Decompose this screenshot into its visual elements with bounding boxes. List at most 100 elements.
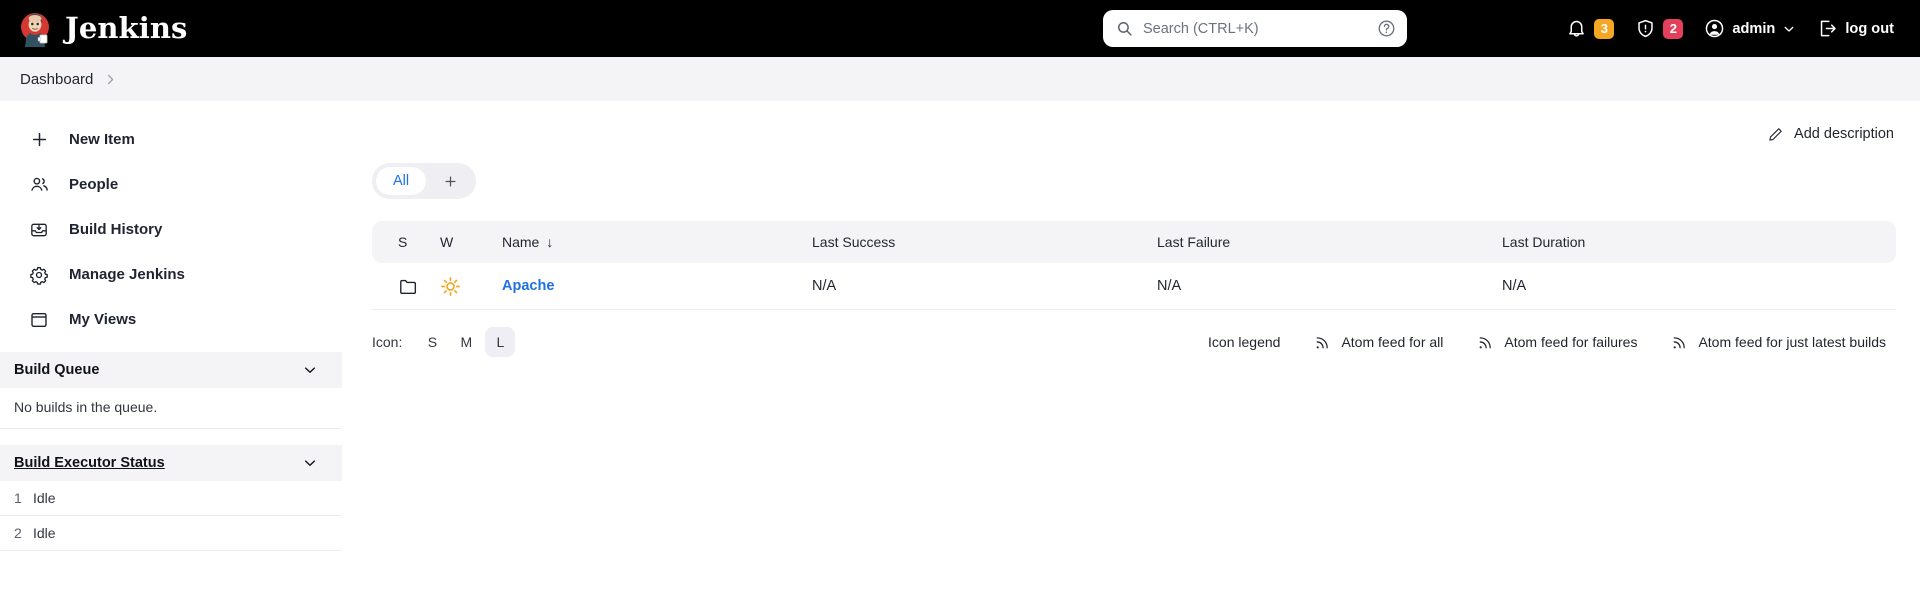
build-history-icon	[28, 219, 50, 241]
cell-last-failure: N/A	[1147, 263, 1492, 310]
table-row[interactable]: Apache N/A N/A N/A	[372, 263, 1896, 310]
jenkins-home-link[interactable]: Jenkins	[14, 8, 187, 50]
cell-last-duration: N/A	[1492, 263, 1896, 310]
build-executor-status-body: 1 Idle 2 Idle	[0, 481, 342, 551]
question-circle-icon[interactable]	[1377, 19, 1396, 38]
icon-size-m[interactable]: M	[451, 327, 481, 357]
icon-size-l[interactable]: L	[485, 327, 516, 357]
cell-last-success: N/A	[802, 263, 1147, 310]
column-header-last-failure[interactable]: Last Failure	[1147, 221, 1492, 263]
icon-size-s[interactable]: S	[417, 327, 447, 357]
shield-warning-icon	[1635, 18, 1656, 39]
tab-all[interactable]: All	[376, 167, 426, 195]
sidebar-item-label: New Item	[69, 131, 135, 148]
build-executor-status-header[interactable]: Build Executor Status	[0, 445, 342, 481]
column-header-label: Last Duration	[1502, 234, 1586, 250]
build-executor-status-title[interactable]: Build Executor Status	[14, 455, 165, 471]
app-header: Jenkins 3	[0, 0, 1920, 57]
header-actions: 3 2 admin log out	[1564, 0, 1896, 57]
add-description-button[interactable]: Add description	[1765, 123, 1896, 146]
bell-icon	[1566, 18, 1587, 39]
search-icon	[1116, 20, 1133, 37]
column-header-label: Last Failure	[1157, 234, 1231, 250]
breadcrumb-item-dashboard[interactable]: Dashboard	[20, 71, 93, 88]
rss-icon	[1477, 334, 1494, 351]
sidebar-item-manage-jenkins[interactable]: Manage Jenkins	[0, 252, 342, 297]
folder-icon[interactable]	[398, 276, 420, 297]
jobs-footer: Icon: S M L Icon legend Atom feed for al…	[372, 327, 1896, 357]
pencil-icon	[1767, 126, 1784, 143]
plus-icon	[28, 129, 50, 151]
sunny-icon[interactable]	[440, 276, 482, 297]
column-header-status[interactable]: S	[372, 221, 430, 263]
atom-feed-latest-builds-label: Atom feed for just latest builds	[1698, 334, 1886, 350]
view-tabs: All	[372, 163, 476, 199]
column-header-label: Last Success	[812, 234, 896, 250]
logout-button[interactable]: log out	[1815, 15, 1896, 42]
atom-feed-failures-label: Atom feed for failures	[1504, 334, 1638, 350]
icon-legend-label: Icon legend	[1208, 334, 1281, 350]
main-topbar: Add description	[372, 119, 1896, 149]
column-header-label: Name	[502, 234, 540, 250]
column-header-last-success[interactable]: Last Success	[802, 221, 1147, 263]
sort-indicator-icon: ↓	[546, 234, 554, 250]
executor-row[interactable]: 2 Idle	[0, 516, 342, 551]
chevron-down-icon[interactable]	[302, 455, 318, 471]
build-queue-widget: Build Queue No builds in the queue.	[0, 352, 342, 429]
executor-number: 1	[14, 490, 22, 506]
security-warnings-badge: 2	[1663, 18, 1684, 39]
cell-name: Apache	[492, 263, 802, 310]
column-header-name[interactable]: Name ↓	[492, 221, 802, 263]
notifications-badge: 3	[1594, 18, 1615, 39]
build-queue-header[interactable]: Build Queue	[0, 352, 342, 388]
atom-feed-failures-link[interactable]: Atom feed for failures	[1477, 334, 1637, 351]
atom-feed-all-link[interactable]: Atom feed for all	[1314, 334, 1443, 351]
add-view-button[interactable]	[428, 167, 472, 195]
jenkins-butler-logo	[14, 8, 56, 50]
sidebar: New Item People Build History Manage Jen…	[0, 101, 342, 551]
build-executor-status-widget: Build Executor Status 1 Idle 2 Idle	[0, 445, 342, 551]
column-header-last-duration[interactable]: Last Duration	[1492, 221, 1896, 263]
icon-size-label: Icon:	[372, 334, 403, 350]
notifications-button[interactable]: 3	[1564, 15, 1616, 42]
cell-weather	[430, 263, 492, 310]
user-menu-button[interactable]: admin	[1702, 15, 1798, 42]
jobs-table-head: S W Name ↓ Last Success Last Failure Las…	[372, 221, 1896, 263]
rss-icon	[1314, 334, 1331, 351]
breadcrumb: Dashboard	[0, 57, 1920, 101]
page-body: New Item People Build History Manage Jen…	[0, 101, 1920, 600]
sidebar-item-label: Manage Jenkins	[69, 266, 185, 283]
column-header-label: W	[440, 234, 454, 250]
icon-legend-link[interactable]: Icon legend	[1208, 334, 1280, 350]
main-content: Add description All S W Name ↓ Last Succ…	[342, 101, 1920, 357]
footer-links: Icon legend Atom feed for all Atom feed …	[1208, 334, 1886, 351]
column-header-weather[interactable]: W	[430, 221, 492, 263]
sidebar-item-people[interactable]: People	[0, 162, 342, 207]
logout-icon	[1817, 18, 1838, 39]
chevron-right-icon	[103, 72, 118, 87]
security-warnings-button[interactable]: 2	[1633, 15, 1685, 42]
sidebar-nav: New Item People Build History Manage Jen…	[0, 109, 342, 352]
rss-icon	[1671, 334, 1688, 351]
search-input[interactable]	[1143, 20, 1367, 37]
logout-label: log out	[1845, 20, 1894, 37]
build-queue-body: No builds in the queue.	[0, 388, 342, 429]
people-icon	[28, 174, 50, 196]
sidebar-item-build-history[interactable]: Build History	[0, 207, 342, 252]
sidebar-item-my-views[interactable]: My Views	[0, 297, 342, 342]
build-queue-empty-text: No builds in the queue.	[0, 388, 342, 429]
atom-feed-all-label: Atom feed for all	[1341, 334, 1444, 350]
job-link-apache[interactable]: Apache	[502, 278, 554, 294]
executor-row[interactable]: 1 Idle	[0, 481, 342, 516]
chevron-down-icon	[1782, 22, 1796, 36]
plus-icon	[443, 174, 458, 189]
user-circle-icon	[1704, 18, 1725, 39]
search-box[interactable]	[1103, 10, 1407, 47]
chevron-down-icon[interactable]	[302, 362, 318, 378]
sidebar-item-label: Build History	[69, 221, 163, 238]
build-queue-title: Build Queue	[14, 362, 100, 378]
atom-feed-latest-builds-link[interactable]: Atom feed for just latest builds	[1671, 334, 1886, 351]
sidebar-item-new-item[interactable]: New Item	[0, 117, 342, 162]
jobs-table: S W Name ↓ Last Success Last Failure Las…	[372, 221, 1896, 310]
executor-status: Idle	[33, 525, 56, 541]
